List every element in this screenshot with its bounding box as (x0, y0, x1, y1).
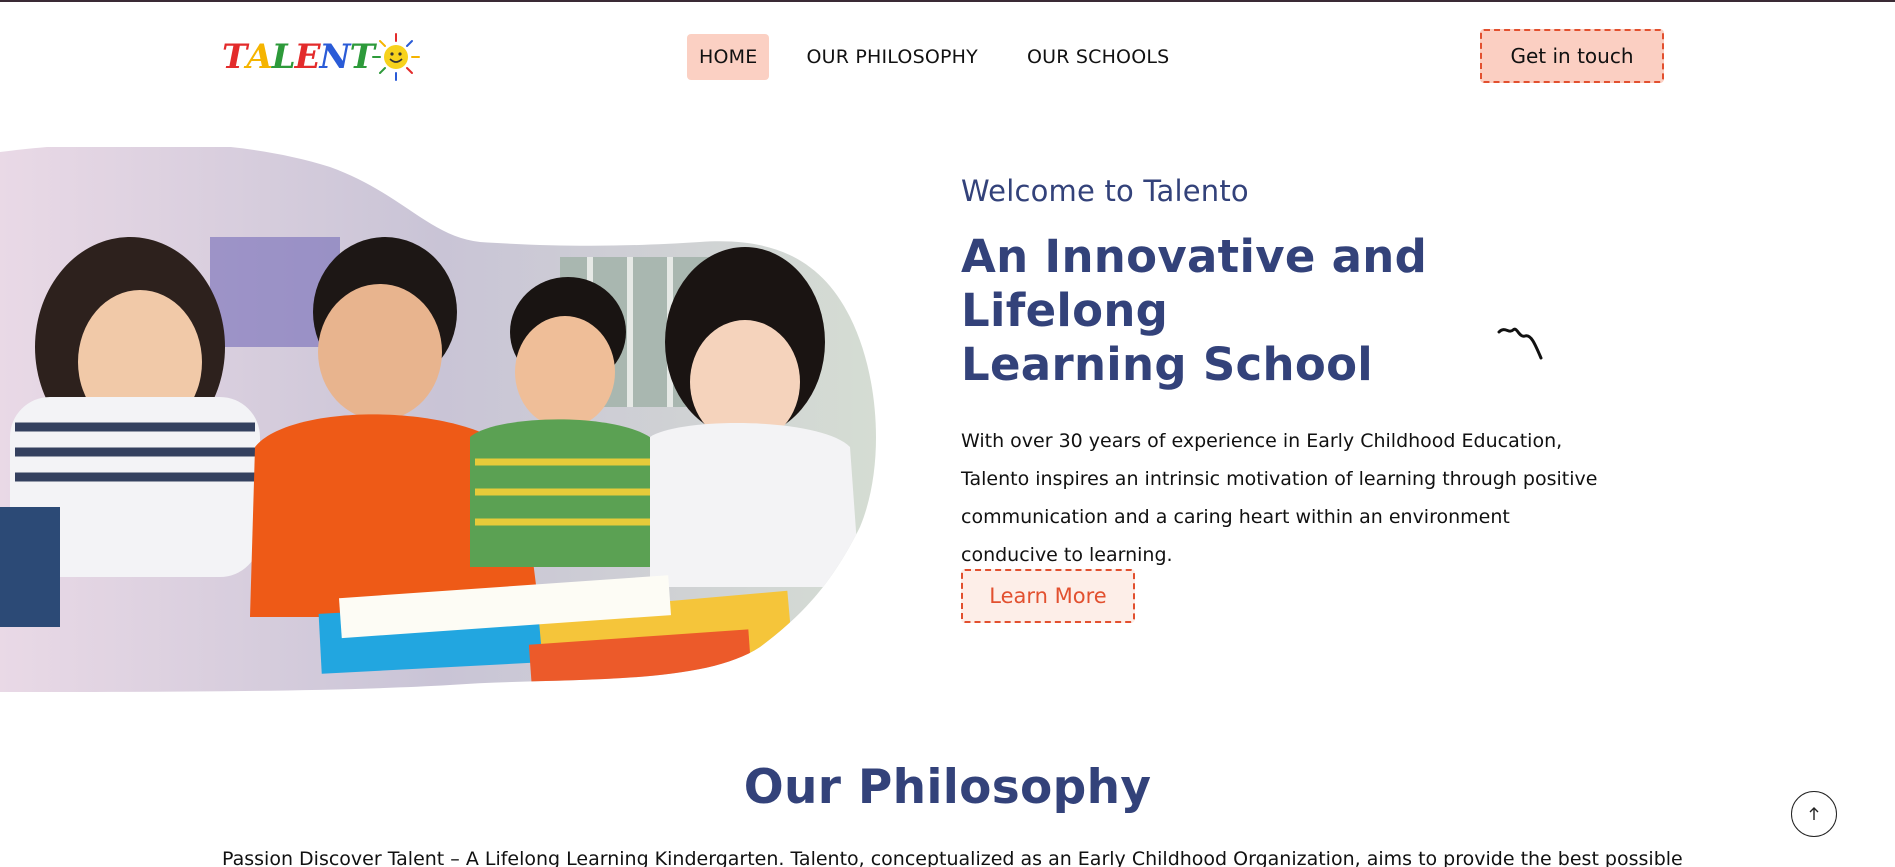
main-nav: HOME OUR PHILOSOPHY OUR SCHOOLS (687, 34, 1206, 80)
our-philosophy-title: Our Philosophy (743, 760, 1152, 815)
site-header: T A L E N T HOME OUR PHILOSOPHY OUR SCHO… (0, 2, 1895, 112)
logo-letter-t: T (222, 37, 247, 77)
learn-more-button[interactable]: Learn More (961, 569, 1135, 623)
hero-headline-line-1: An Innovative and Lifelong (961, 230, 1428, 337)
hero-headline-line-2: Learning School (961, 338, 1374, 391)
nav-home[interactable]: HOME (687, 34, 770, 80)
welcome-subtitle: Welcome to Talento (961, 174, 1249, 208)
arrow-up-icon (1809, 807, 1819, 820)
hero-content: Welcome to Talento An Innovative and Lif… (961, 174, 1601, 574)
get-in-touch-button[interactable]: Get in touch (1480, 29, 1664, 83)
hero-intro-text: With over 30 years of experience in Earl… (961, 430, 1598, 566)
talento-logo[interactable]: T A L E N T (222, 26, 427, 88)
nav-our-schools[interactable]: OUR SCHOOLS (1015, 34, 1181, 80)
logo-letter-n: N (319, 37, 351, 77)
smiling-sun-icon (371, 33, 420, 81)
scroll-to-top-button[interactable] (1791, 791, 1837, 837)
nav-our-philosophy[interactable]: OUR PHILOSOPHY (794, 34, 989, 80)
logo-letter-a: A (246, 37, 272, 77)
squiggle-decoration-icon (1497, 327, 1543, 360)
hero-headline: An Innovative and Lifelong Learning Scho… (961, 230, 1601, 392)
logo-letter-e: E (294, 37, 321, 77)
logo-letter-l: L (271, 37, 296, 77)
hero-children-photo (0, 147, 877, 692)
philosophy-intro-text: Passion Discover Talent – A Lifelong Lea… (222, 848, 1682, 867)
